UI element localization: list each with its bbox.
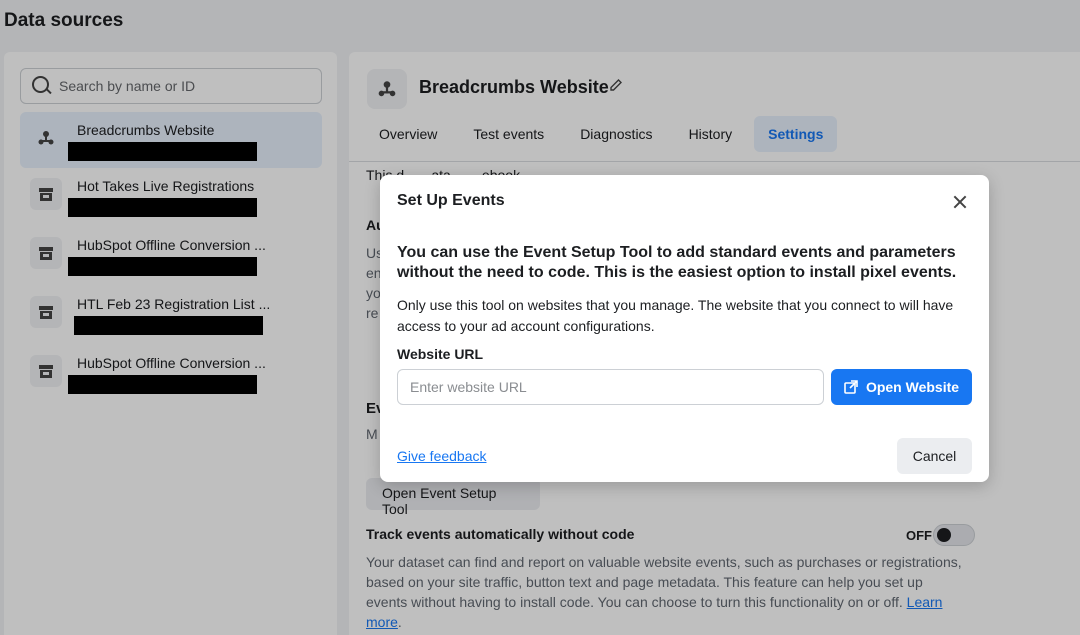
open-website-label: Open Website	[865, 379, 960, 395]
website-url-input[interactable]	[397, 369, 824, 405]
dialog-body: Only use this tool on websites that you …	[397, 297, 954, 334]
website-url-label: Website URL	[397, 346, 484, 362]
open-website-button[interactable]: Open Website	[831, 369, 972, 405]
dialog-title: Set Up Events	[397, 192, 505, 209]
close-icon[interactable]	[949, 191, 971, 213]
cancel-button[interactable]: Cancel	[897, 438, 972, 474]
external-link-icon	[844, 380, 858, 394]
dialog-headline: You can use the Event Setup Tool to add …	[397, 244, 957, 281]
give-feedback-link[interactable]: Give feedback	[397, 448, 487, 464]
setup-events-dialog: Set Up Events You can use the Event Setu…	[380, 175, 989, 482]
